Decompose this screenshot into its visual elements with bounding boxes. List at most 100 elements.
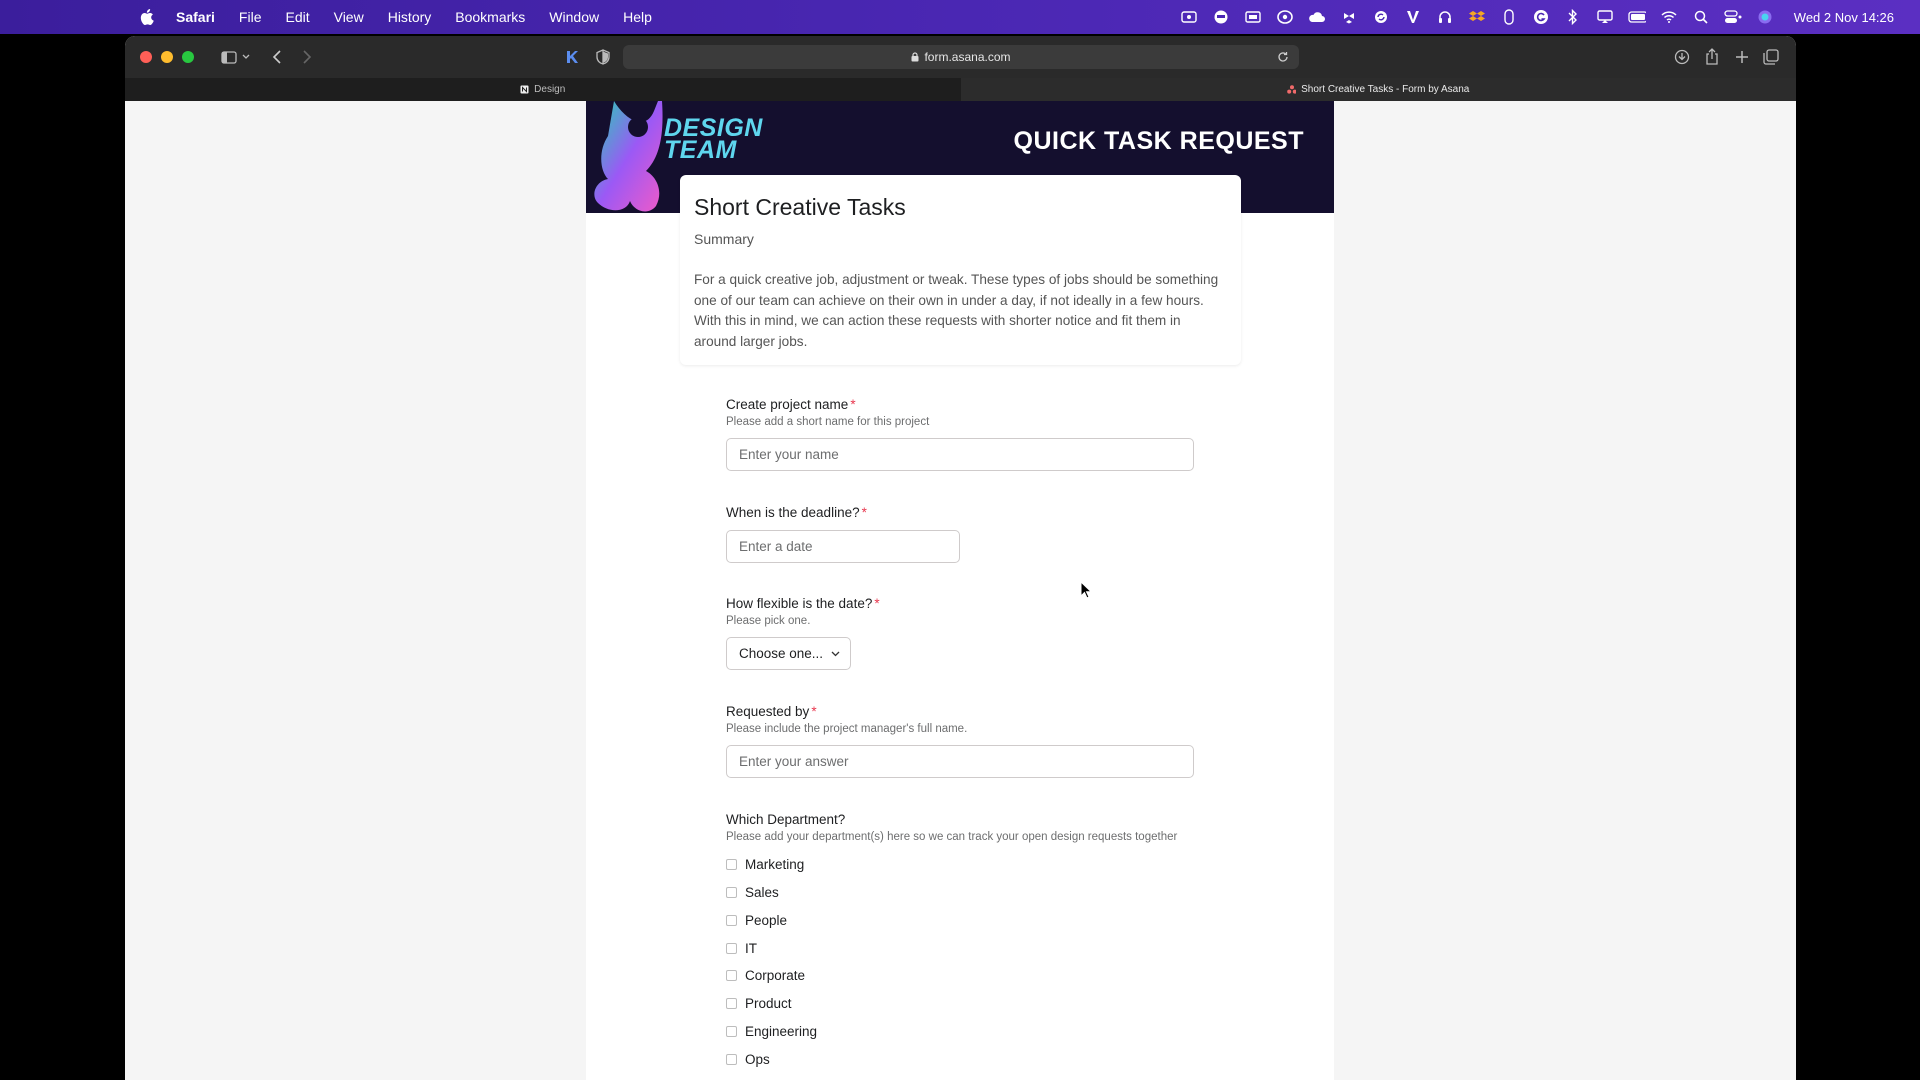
department-option-label: Product xyxy=(745,995,792,1011)
checkbox[interactable] xyxy=(726,942,737,954)
banner-brand: DESIGN TEAM xyxy=(664,116,763,164)
dropbox-icon[interactable] xyxy=(1468,9,1486,25)
apple-icon[interactable] xyxy=(136,6,158,28)
department-option-label: Corporate xyxy=(745,967,806,983)
checkbox[interactable] xyxy=(726,858,737,870)
department-option-label: Marketing xyxy=(745,856,805,872)
department-option-label: Sales xyxy=(745,884,779,900)
forward-icon[interactable] xyxy=(296,46,318,68)
mouse-icon[interactable] xyxy=(1500,9,1518,25)
required-mark: * xyxy=(861,505,867,520)
menu-history[interactable]: History xyxy=(388,9,432,25)
extension-icon[interactable] xyxy=(561,46,583,68)
control-center-icon[interactable] xyxy=(1724,9,1742,25)
video-icon[interactable] xyxy=(1180,9,1198,25)
department-help: Please add your department(s) here so we… xyxy=(726,831,1178,843)
department-option-corporate[interactable]: Corporate xyxy=(726,966,805,984)
bluetooth-icon[interactable] xyxy=(1564,9,1582,25)
back-icon[interactable] xyxy=(266,46,288,68)
checkbox[interactable] xyxy=(726,969,737,981)
menu-help[interactable]: Help xyxy=(623,9,652,25)
checkbox[interactable] xyxy=(726,997,737,1009)
deadline-label: When is the deadline? * xyxy=(726,505,867,520)
cloud-icon[interactable] xyxy=(1308,9,1326,25)
new-tab-icon[interactable] xyxy=(1731,46,1753,68)
menu-edit[interactable]: Edit xyxy=(285,9,309,25)
flexibility-help: Please pick one. xyxy=(726,615,811,627)
browser-toolbar: form.asana.com xyxy=(125,36,1796,78)
form-title: Short Creative Tasks xyxy=(694,194,906,220)
requested-by-input[interactable]: Enter your answer xyxy=(726,745,1194,778)
banner-title: QUICK TASK REQUEST xyxy=(1013,127,1304,155)
department-option-label: IT xyxy=(745,940,757,956)
menu-file[interactable]: File xyxy=(239,9,262,25)
deadline-label-text: When is the deadline? xyxy=(726,505,860,520)
tab-overview-icon[interactable] xyxy=(1760,46,1782,68)
siri-icon[interactable] xyxy=(1756,9,1774,25)
deadline-date-input[interactable]: Enter a date xyxy=(726,530,960,563)
sync-icon[interactable] xyxy=(1372,9,1390,25)
required-mark: * xyxy=(874,596,880,611)
status-area: Wed 2 Nov 14:26 xyxy=(1180,0,1894,34)
close-window-button[interactable] xyxy=(140,51,152,63)
tab-design[interactable]: Design xyxy=(125,78,961,101)
sidebar-menu-chevron-icon[interactable] xyxy=(240,46,252,68)
browser-window: form.asana.com Design Short Creative Tas… xyxy=(125,36,1796,1080)
wifi-icon[interactable] xyxy=(1660,9,1678,25)
banner-brand-line2: TEAM xyxy=(664,136,737,164)
requested-by-help: Please include the project manager's ful… xyxy=(726,723,968,735)
page-viewport: DESIGN TEAM QUICK TASK REQUEST Short Cre… xyxy=(125,101,1796,1080)
dropbox-like-icon[interactable] xyxy=(1340,9,1358,25)
tab-asana-form[interactable]: Short Creative Tasks - Form by Asana xyxy=(960,78,1796,101)
required-mark: * xyxy=(850,397,856,412)
menu-view[interactable]: View xyxy=(334,9,364,25)
project-name-input[interactable]: Enter your name xyxy=(726,438,1194,471)
display-icon[interactable] xyxy=(1244,9,1262,25)
tab-design-label: Design xyxy=(534,84,566,95)
department-option-label: People xyxy=(745,912,788,928)
menubar-clock[interactable]: Wed 2 Nov 14:26 xyxy=(1794,10,1894,25)
privacy-shield-icon[interactable] xyxy=(592,46,614,68)
vectorworks-icon[interactable] xyxy=(1404,9,1422,25)
zoom-window-button[interactable] xyxy=(182,51,194,63)
project-name-placeholder: Enter your name xyxy=(739,447,839,462)
flexibility-label: How flexible is the date? * xyxy=(726,596,880,611)
department-option-it[interactable]: IT xyxy=(726,939,757,957)
department-option-people[interactable]: People xyxy=(726,911,787,929)
project-name-help: Please add a short name for this project xyxy=(726,416,930,428)
checkbox[interactable] xyxy=(726,886,737,898)
grammarly-icon[interactable] xyxy=(1532,9,1550,25)
minimize-window-button[interactable] xyxy=(161,51,173,63)
tab-bar: Design Short Creative Tasks - Form by As… xyxy=(125,78,1796,101)
requested-by-placeholder: Enter your answer xyxy=(739,754,849,769)
form-description: For a quick creative job, adjustment or … xyxy=(694,272,1219,349)
project-name-label-text: Create project name xyxy=(726,397,849,412)
airplay-icon[interactable] xyxy=(1596,9,1614,25)
deadline-placeholder: Enter a date xyxy=(739,539,813,554)
checkbox[interactable] xyxy=(726,1053,737,1065)
department-option-marketing[interactable]: Marketing xyxy=(726,855,804,873)
requested-by-label: Requested by * xyxy=(726,704,817,719)
department-option-ops[interactable]: Ops xyxy=(726,1050,770,1068)
menu-app-name[interactable]: Safari xyxy=(176,9,215,25)
sidebar-icon[interactable] xyxy=(218,46,240,68)
creative-cloud-icon[interactable] xyxy=(1276,9,1294,25)
battery-icon[interactable] xyxy=(1628,9,1646,25)
checkbox[interactable] xyxy=(726,914,737,926)
menu-window[interactable]: Window xyxy=(549,9,599,25)
menu-bookmarks[interactable]: Bookmarks xyxy=(455,9,525,25)
reload-icon[interactable] xyxy=(1275,49,1291,65)
screen-record-icon[interactable] xyxy=(1212,9,1230,25)
flexibility-label-text: How flexible is the date? xyxy=(726,596,873,611)
address-bar[interactable]: form.asana.com xyxy=(623,45,1299,69)
share-icon[interactable] xyxy=(1701,45,1723,67)
mouse-cursor-icon xyxy=(1080,581,1092,599)
department-option-sales[interactable]: Sales xyxy=(726,883,779,901)
downloads-icon[interactable] xyxy=(1671,46,1693,68)
flexibility-dropdown[interactable]: Choose one... xyxy=(726,637,851,670)
department-option-product[interactable]: Product xyxy=(726,994,792,1012)
checkbox[interactable] xyxy=(726,1025,737,1037)
department-option-engineering[interactable]: Engineering xyxy=(726,1022,817,1040)
audio-icon[interactable] xyxy=(1436,9,1454,25)
search-icon[interactable] xyxy=(1692,9,1710,25)
